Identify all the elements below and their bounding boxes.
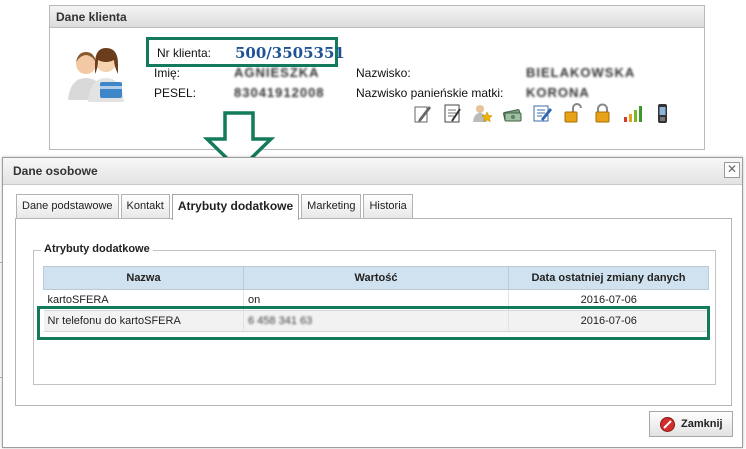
cell-value: on (243, 289, 509, 311)
table-header-row: Nazwa Wartość Data ostatniej zmiany dany… (43, 266, 709, 290)
table-row[interactable]: Nr telefonu do kartoSFERA 6 458 341 63 2… (43, 310, 709, 332)
cell-name: kartoSFERA (43, 289, 244, 311)
tab-marketing[interactable]: Marketing (301, 194, 362, 218)
column-header-name[interactable]: Nazwa (43, 266, 244, 290)
cell-date: 2016-07-06 (508, 310, 709, 332)
client-number-label: Nr klienta: (157, 46, 212, 60)
column-header-date[interactable]: Data ostatniej zmiany danych (508, 266, 709, 290)
maiden-name-value: KORONA (526, 85, 590, 100)
tab-additional-attributes[interactable]: Atrybuty dodatkowe (171, 194, 300, 220)
tab-content: Atrybuty dodatkowe Nazwa Wartość Data os… (15, 218, 732, 406)
cancel-icon (660, 416, 675, 432)
user-star-icon[interactable] (472, 103, 493, 124)
table-row[interactable]: kartoSFERA on 2016-07-06 (43, 289, 709, 311)
cell-name: Nr telefonu do kartoSFERA (43, 310, 244, 332)
tab-history[interactable]: Historia (363, 194, 413, 218)
dialog-title: Dane osobowe (13, 164, 98, 178)
tab-bar: Dane podstawowe Kontakt Atrybuty dodatko… (16, 194, 413, 220)
pencil-icon[interactable] (412, 103, 433, 124)
cell-value: 6 458 341 63 (248, 315, 313, 327)
pesel-value: 83041912008 (234, 85, 325, 100)
attributes-section-title: Atrybuty dodatkowe (41, 243, 153, 255)
attributes-table: Nazwa Wartość Data ostatniej zmiany dany… (43, 266, 709, 332)
money-icon[interactable] (502, 103, 523, 124)
client-panel: Dane klienta Nr klienta: 500/3505351 Imi… (49, 5, 705, 150)
signal-bars-icon[interactable] (622, 103, 643, 124)
client-toolbar (412, 103, 673, 124)
edit-form-icon[interactable] (532, 103, 553, 124)
personal-data-dialog: Dane osobowe ✕ Dane podstawowe Kontakt A… (2, 157, 743, 448)
notepad-icon[interactable] (442, 103, 463, 124)
close-icon[interactable]: ✕ (724, 162, 740, 178)
background-separator (0, 377, 3, 378)
users-avatar-icon (68, 48, 124, 102)
last-name-label: Nazwisko: (356, 66, 411, 80)
client-number-box: Nr klienta: 500/3505351 (146, 37, 345, 67)
lock-icon[interactable] (592, 103, 613, 124)
maiden-name-label: Nazwisko panieńskie matki: (356, 86, 504, 100)
background-separator (0, 262, 3, 263)
dialog-titlebar: Dane osobowe ✕ (3, 158, 742, 185)
client-panel-title: Dane klienta (50, 6, 704, 28)
close-button[interactable]: Zamknij (649, 411, 733, 437)
unlock-icon[interactable] (562, 103, 583, 124)
cell-date: 2016-07-06 (508, 289, 709, 311)
mobile-phone-icon[interactable] (652, 103, 673, 124)
pesel-label: PESEL: (154, 86, 197, 100)
tab-basic-data[interactable]: Dane podstawowe (16, 194, 119, 218)
tab-contact[interactable]: Kontakt (120, 194, 170, 218)
attributes-fieldset: Atrybuty dodatkowe Nazwa Wartość Data os… (33, 243, 716, 385)
column-header-value[interactable]: Wartość (243, 266, 509, 290)
close-button-label: Zamknij (681, 418, 723, 430)
first-name-label: Imię: (154, 66, 181, 80)
first-name-value: AGNIESZKA (234, 65, 320, 80)
client-number-value: 500/3505351 (235, 44, 345, 62)
last-name-value: BIELAKOWSKA (526, 65, 636, 80)
